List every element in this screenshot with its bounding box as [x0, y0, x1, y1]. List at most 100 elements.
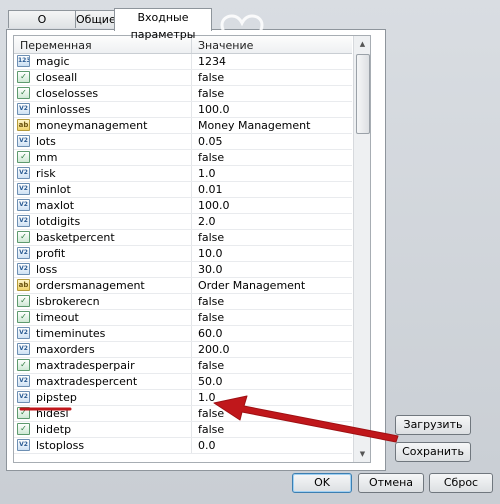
tab-general[interactable]: Общие	[75, 10, 116, 28]
param-value[interactable]: 0.01	[198, 183, 223, 196]
param-value[interactable]: false	[198, 151, 224, 164]
table-row[interactable]: ✓ closeall false	[14, 70, 352, 86]
save-button[interactable]: Сохранить	[395, 442, 471, 462]
param-name-cell[interactable]: ✓ closeall	[14, 70, 192, 85]
cancel-button[interactable]: Отмена	[358, 473, 424, 493]
param-value[interactable]: 200.0	[198, 343, 230, 356]
vertical-scrollbar[interactable]: ▲ ▼	[353, 36, 370, 462]
table-body: 123 magic 1234 ✓ closeall false ✓ closelosses fa…	[14, 54, 352, 454]
param-value[interactable]: 2.0	[198, 215, 216, 228]
scroll-thumb[interactable]	[356, 54, 370, 134]
table-row[interactable]: ✓ basketpercent false	[14, 230, 352, 246]
table-row[interactable]: ✓ timeout false	[14, 310, 352, 326]
param-name-cell[interactable]: V2 lstoploss	[14, 438, 192, 453]
param-value[interactable]: 0.0	[198, 439, 216, 452]
str-type-icon: ab	[17, 279, 30, 291]
param-value[interactable]: Money Management	[198, 119, 310, 132]
param-name-cell[interactable]: ✓ closelosses	[14, 86, 192, 101]
bool-type-icon: ✓	[17, 311, 30, 323]
param-value[interactable]: false	[198, 295, 224, 308]
table-row[interactable]: V2 minlosses 100.0	[14, 102, 352, 118]
param-name-cell[interactable]: V2 profit	[14, 246, 192, 261]
table-row[interactable]: V2 maxtradespercent 50.0	[14, 374, 352, 390]
table-row[interactable]: ab moneymanagement Money Management	[14, 118, 352, 134]
param-value[interactable]: false	[198, 71, 224, 84]
param-name-cell[interactable]: V2 maxtradespercent	[14, 374, 192, 389]
param-name-cell[interactable]: ab moneymanagement	[14, 118, 192, 133]
param-name-cell[interactable]: ✓ mm	[14, 150, 192, 165]
reset-button[interactable]: Сброс	[429, 473, 493, 493]
param-name-cell[interactable]: 123 magic	[14, 54, 192, 69]
dbl-type-icon: V2	[17, 247, 30, 259]
param-value[interactable]: false	[198, 87, 224, 100]
table-row[interactable]: V2 maxorders 200.0	[14, 342, 352, 358]
table-row[interactable]: 123 magic 1234	[14, 54, 352, 70]
ok-button[interactable]: OK	[292, 473, 352, 493]
param-name-cell[interactable]: ab ordersmanagement	[14, 278, 192, 293]
table-row[interactable]: V2 loss 30.0	[14, 262, 352, 278]
table-row[interactable]: V2 lstoploss 0.0	[14, 438, 352, 454]
param-name-cell[interactable]: ✓ hidetp	[14, 422, 192, 437]
param-name-cell[interactable]: V2 minlot	[14, 182, 192, 197]
param-value[interactable]: 1.0	[198, 391, 216, 404]
table-row[interactable]: ✓ maxtradesperpair false	[14, 358, 352, 374]
column-header-value[interactable]: Значение	[198, 39, 253, 52]
tab-inputs[interactable]: Входные параметры	[114, 8, 212, 41]
table-row[interactable]: V2 profit 10.0	[14, 246, 352, 262]
param-name-cell[interactable]: V2 timeminutes	[14, 326, 192, 341]
param-name-cell[interactable]: ✓ isbrokerecn	[14, 294, 192, 309]
load-button[interactable]: Загрузить	[395, 415, 471, 435]
param-value[interactable]: 60.0	[198, 327, 223, 340]
param-name-cell[interactable]: V2 maxorders	[14, 342, 192, 357]
param-value[interactable]: 100.0	[198, 103, 230, 116]
table-row[interactable]: V2 lots 0.05	[14, 134, 352, 150]
bool-type-icon: ✓	[17, 71, 30, 83]
param-name-cell[interactable]: ✓ maxtradesperpair	[14, 358, 192, 373]
table-row[interactable]: V2 lotdigits 2.0	[14, 214, 352, 230]
param-name-cell[interactable]: V2 loss	[14, 262, 192, 277]
scroll-down-icon[interactable]: ▼	[354, 446, 370, 462]
table-row[interactable]: V2 pipstep 1.0	[14, 390, 352, 406]
column-header-variable[interactable]: Переменная	[20, 39, 92, 52]
dbl-type-icon: V2	[17, 215, 30, 227]
param-value[interactable]: 0.05	[198, 135, 223, 148]
param-name-cell[interactable]: V2 lots	[14, 134, 192, 149]
param-name-cell[interactable]: V2 maxlot	[14, 198, 192, 213]
param-name-cell[interactable]: ✓ basketpercent	[14, 230, 192, 245]
param-value[interactable]: 50.0	[198, 375, 223, 388]
param-name: minlosses	[36, 103, 91, 116]
param-name-cell[interactable]: V2 risk	[14, 166, 192, 181]
param-value[interactable]: 30.0	[198, 263, 223, 276]
param-name-cell[interactable]: ✓ hidesl	[14, 406, 192, 421]
table-row[interactable]: ✓ closelosses false	[14, 86, 352, 102]
table-row[interactable]: V2 risk 1.0	[14, 166, 352, 182]
param-value[interactable]: false	[198, 407, 224, 420]
param-value[interactable]: false	[198, 423, 224, 436]
param-name: hidetp	[36, 423, 72, 436]
param-value[interactable]: Order Management	[198, 279, 305, 292]
param-value[interactable]: 1234	[198, 55, 226, 68]
param-name-cell[interactable]: V2 lotdigits	[14, 214, 192, 229]
param-name-cell[interactable]: V2 pipstep	[14, 390, 192, 405]
tab-about[interactable]: О программе	[8, 10, 76, 43]
param-name-cell[interactable]: ✓ timeout	[14, 310, 192, 325]
table-row[interactable]: V2 maxlot 100.0	[14, 198, 352, 214]
dbl-type-icon: V2	[17, 183, 30, 195]
param-value[interactable]: 10.0	[198, 247, 223, 260]
table-row[interactable]: ✓ hidetp false	[14, 422, 352, 438]
scroll-up-icon[interactable]: ▲	[354, 36, 370, 52]
table-row[interactable]: ✓ mm false	[14, 150, 352, 166]
param-value[interactable]: false	[198, 359, 224, 372]
param-name: maxorders	[36, 343, 95, 356]
table-row[interactable]: ab ordersmanagement Order Management	[14, 278, 352, 294]
param-value[interactable]: false	[198, 231, 224, 244]
table-row[interactable]: ✓ hidesl false	[14, 406, 352, 422]
param-name-cell[interactable]: V2 minlosses	[14, 102, 192, 117]
param-value[interactable]: 1.0	[198, 167, 216, 180]
param-name: hidesl	[36, 407, 69, 420]
table-row[interactable]: V2 timeminutes 60.0	[14, 326, 352, 342]
param-value[interactable]: 100.0	[198, 199, 230, 212]
param-value[interactable]: false	[198, 311, 224, 324]
table-row[interactable]: ✓ isbrokerecn false	[14, 294, 352, 310]
table-row[interactable]: V2 minlot 0.01	[14, 182, 352, 198]
